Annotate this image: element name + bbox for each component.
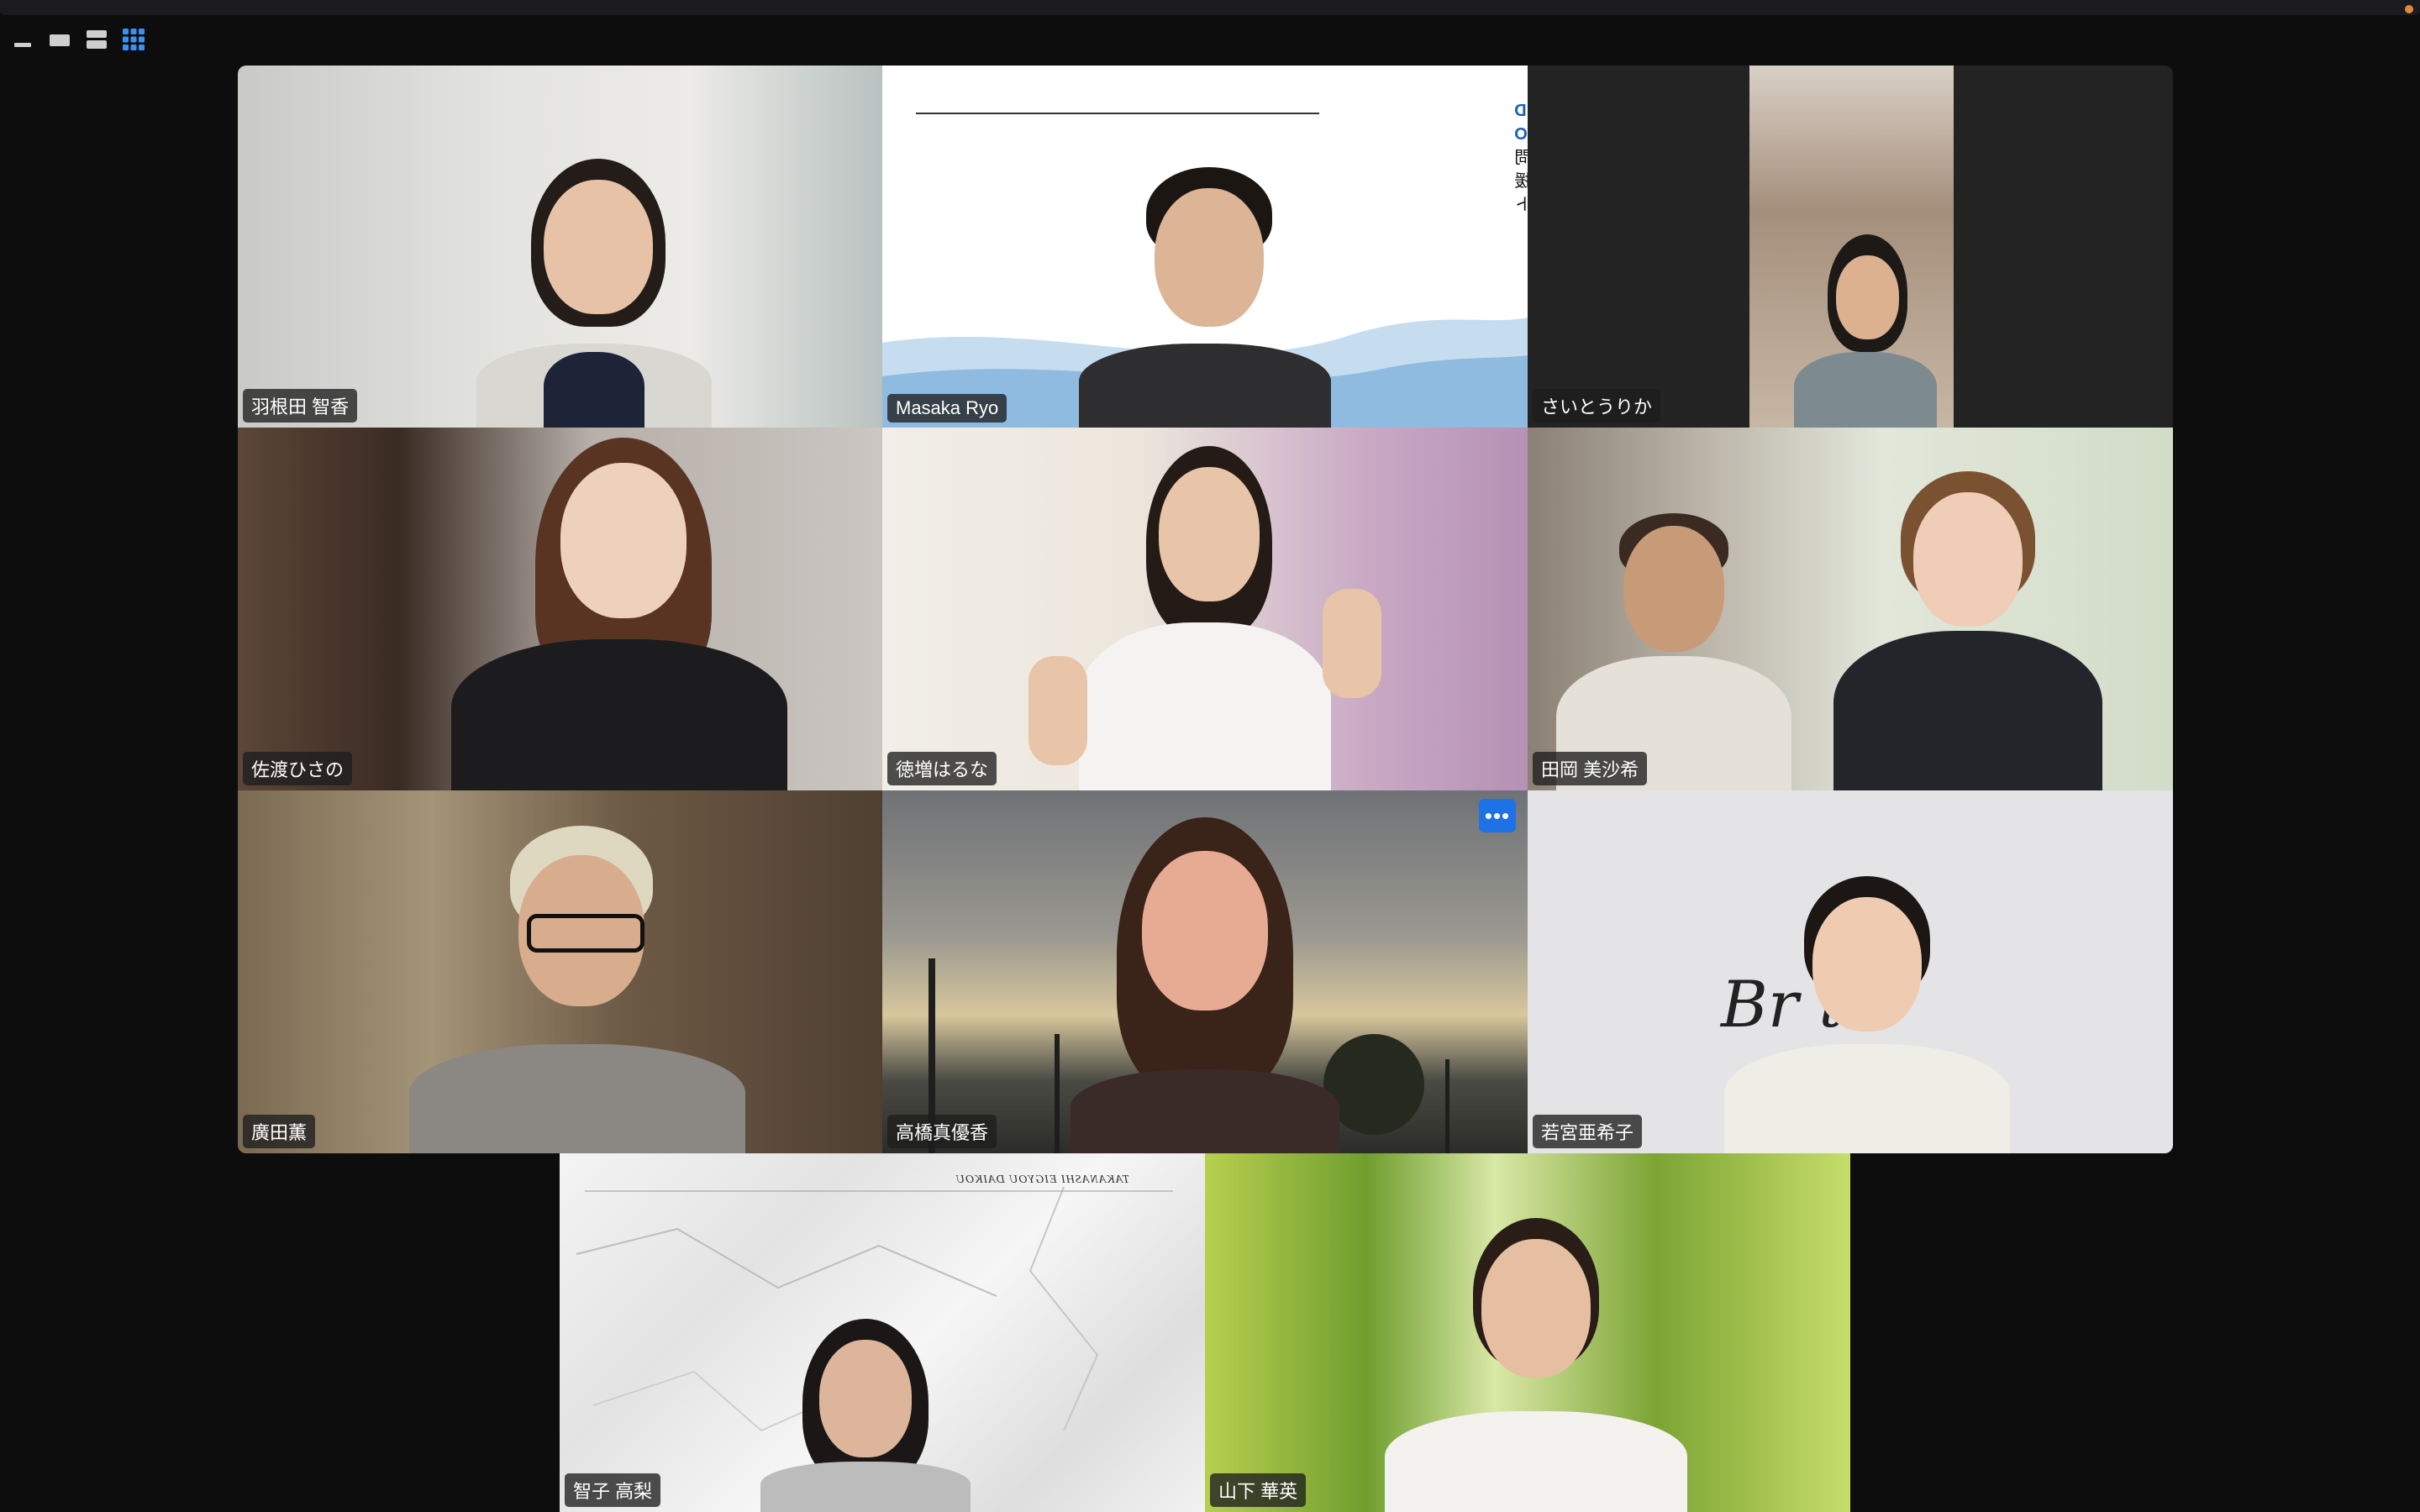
participant-name: 智子 高梨 [565, 1473, 661, 1507]
participant-name: 佐渡ひさの [243, 752, 353, 785]
video-tile[interactable]: 山下 華英 [1205, 1153, 1850, 1512]
video-tile-active-speaker[interactable]: RE PLUS ASIA SDN.BHD CEO 集客・求人顧問 FC支援 マレ… [882, 66, 1528, 428]
gallery-grid: 羽根田 智香 RE PLUS ASIA SDN.BHD CEO 集客・求人顧問 … [0, 0, 2420, 1512]
more-options-button[interactable]: ••• [1479, 799, 1516, 832]
participant-name: 田岡 美沙希 [1533, 752, 1648, 785]
video-tile[interactable]: TAKANASHI EIGYOU DAIKOU 智子 高梨 [560, 1153, 1205, 1512]
participant-name: さいとうりか [1533, 389, 1661, 423]
participant-name: 若宮亜希子 [1533, 1115, 1643, 1148]
video-tile[interactable]: 田岡 美沙希 [1528, 428, 2173, 790]
video-tile[interactable]: Br t 若宮亜希子 [1528, 790, 2173, 1153]
slide-text: RE PLUS ASIA SDN.BHD CEO 集客・求人顧問 FC支援 マレ… [1514, 99, 1528, 217]
video-tile[interactable]: 徳増はるな [882, 428, 1528, 790]
video-tile[interactable]: 廣田薫 [238, 790, 882, 1153]
backdrop-caption: TAKANASHI EIGYOU DAIKOU [955, 1173, 1129, 1186]
slide-line-3: マレーシア留学サポート [1514, 193, 1528, 217]
participant-name: 高橋真優香 [887, 1115, 997, 1148]
video-tile[interactable]: ••• 高橋真優香 [882, 790, 1528, 1153]
participant-name: 徳増はるな [887, 752, 997, 785]
video-tile[interactable]: 佐渡ひさの [238, 428, 882, 790]
video-tile[interactable]: さいとうりか [1528, 66, 2173, 428]
slide-company: RE PLUS ASIA SDN.BHD [1514, 102, 1528, 120]
participant-name: 廣田薫 [243, 1115, 316, 1148]
slide-role: CEO [1514, 125, 1528, 144]
participant-name: 山下 華英 [1210, 1473, 1307, 1507]
video-tile[interactable]: 羽根田 智香 [238, 66, 882, 428]
participant-name: Masaka Ryo [887, 394, 1007, 423]
slide-divider [916, 113, 1319, 114]
slide-line-2: FC支援 [1514, 170, 1528, 193]
slide-line-1: 集客・求人顧問 [1514, 146, 1528, 170]
participant-name: 羽根田 智香 [243, 389, 358, 423]
